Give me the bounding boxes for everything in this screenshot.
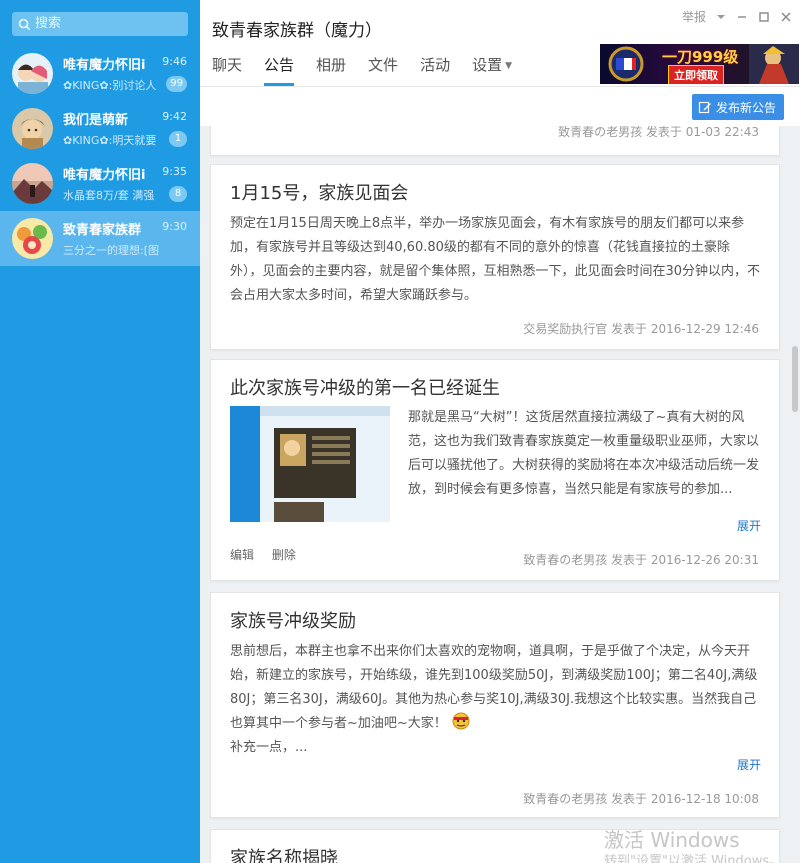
edit-icon <box>698 101 711 114</box>
post-title: 此次家族号冲级的第一名已经诞生 <box>230 378 500 399</box>
chat-preview: ✿KING✿:别讨论人 <box>63 79 157 92</box>
tab-chat[interactable]: 聊天 <box>212 54 242 86</box>
main-panel: 致青春家族群（魔力） 举报 聊天 公告 相册 文件 活动 设置 ▼ 一刀999级 … <box>200 0 800 863</box>
unread-badge: 8 <box>169 186 187 202</box>
post-meta: 交易奖励执行官 发表于 2016-12-29 12:46 <box>523 322 759 336</box>
post-body: 预定在1月15日周天晚上8点半，举办一场家族见面会，有木有家族号的朋友们都可以来… <box>230 216 761 303</box>
divider <box>200 86 800 87</box>
announcement-card[interactable]: 家族号冲级奖励 思前想后，本群主也拿不出来你们太喜欢的宠物啊，道具啊，于是乎做了… <box>210 592 780 818</box>
chat-time: 9:30 <box>162 220 187 233</box>
chat-list: 唯有魔力怀旧i 9:46 ✿KING✿:别讨论人 99 我们是萌新 9:42 ✿… <box>0 46 200 266</box>
dropdown-icon[interactable] <box>716 14 726 20</box>
chat-name: 我们是萌新 <box>63 113 129 128</box>
sidebar: 搜索 唯有魔力怀旧i 9:46 ✿KING✿:别讨论人 99 我们是萌新 9:4… <box>0 0 200 863</box>
search-input[interactable]: 搜索 <box>12 12 188 36</box>
search-icon <box>18 18 31 30</box>
expand-link[interactable]: 展开 <box>737 517 761 534</box>
chat-time: 9:35 <box>162 165 187 178</box>
post-body-text: 思前想后，本群主也拿不出来你们太喜欢的宠物啊，道具啊，于是乎做了个决定，从今天开… <box>230 644 758 731</box>
tab-bar: 聊天 公告 相册 文件 活动 设置 ▼ <box>212 54 534 86</box>
chat-preview: 三分之一的理想:[图片] <box>63 244 159 257</box>
post-body: 那就是黑马“大树”！这货居然直接拉满级了~真有大树的风范，这也为我们致青春家族奠… <box>408 410 760 497</box>
announcement-feed: 致青春の老男孩 发表于 01-03 22:43 1月15号，家族见面会 预定在1… <box>200 126 800 863</box>
tab-album[interactable]: 相册 <box>316 54 346 86</box>
maximize-icon[interactable] <box>758 11 770 23</box>
tab-announcements[interactable]: 公告 <box>264 54 295 86</box>
post-meta: 致青春の老男孩 发表于 2016-12-18 10:08 <box>523 792 759 806</box>
chat-preview: ✿KING✿:明天就要 <box>63 134 157 147</box>
tab-files[interactable]: 文件 <box>368 54 398 86</box>
minimize-icon[interactable] <box>736 11 748 23</box>
chat-time: 9:42 <box>162 110 187 123</box>
chat-time: 9:46 <box>162 55 187 68</box>
chat-item[interactable]: 唯有魔力怀旧i 9:46 ✿KING✿:别讨论人 99 <box>0 46 200 101</box>
announcement-card[interactable]: 1月15号，家族见面会 预定在1月15日周天晚上8点半，举办一场家族见面会，有木… <box>210 164 780 350</box>
chat-item[interactable]: 唯有魔力怀旧i 9:35 水晶套8万/套 满强 8 <box>0 156 200 211</box>
window-controls: 举报 <box>672 8 792 25</box>
group-title: 致青春家族群（魔力） <box>212 21 382 41</box>
scrollbar[interactable] <box>792 346 798 412</box>
tab-settings-label: 设置 <box>472 56 503 74</box>
publish-announcement-button[interactable]: 发布新公告 <box>691 94 784 120</box>
ad-claim-button[interactable]: 立即领取 <box>668 65 724 84</box>
ad-emblem-icon <box>608 46 644 82</box>
tab-activities[interactable]: 活动 <box>420 54 450 86</box>
unread-badge: 99 <box>166 76 187 92</box>
chat-item-active[interactable]: 致青春家族群 9:30 三分之一的理想:[图片] <box>0 211 200 266</box>
post-thumbnail[interactable] <box>230 406 390 522</box>
post-body-extra: 补充一点，... <box>230 740 308 755</box>
delete-link[interactable]: 删除 <box>272 548 296 562</box>
caret-down-icon: ▼ <box>505 60 513 71</box>
post-title: 家族名称揭晓 <box>230 848 338 863</box>
unread-badge: 1 <box>169 131 187 147</box>
avatar <box>12 108 53 149</box>
chat-name: 唯有魔力怀旧i <box>63 58 146 73</box>
report-link[interactable]: 举报 <box>682 8 706 25</box>
post-meta: 致青春の老男孩 发表于 2016-12-26 20:31 <box>523 553 759 567</box>
search-placeholder: 搜索 <box>35 16 62 31</box>
ad-character-icon <box>749 44 799 84</box>
announcement-card[interactable]: 此次家族号冲级的第一名已经诞生 那就是黑马“大树”！这货居然直接拉满级了~真有大… <box>210 359 780 581</box>
avatar <box>12 163 53 204</box>
activation-watermark-sub: 转到"设置"以激活 Windows。 <box>604 854 783 863</box>
post-title: 家族号冲级奖励 <box>230 611 356 632</box>
chat-name: 唯有魔力怀旧i <box>63 168 146 183</box>
chat-name: 致青春家族群 <box>63 223 142 238</box>
chat-preview: 水晶套8万/套 满强 <box>63 189 155 202</box>
activation-watermark: 激活 Windows <box>604 828 740 852</box>
tab-settings[interactable]: 设置 ▼ <box>472 54 512 86</box>
expand-link[interactable]: 展开 <box>737 756 761 773</box>
avatar <box>12 53 53 94</box>
close-icon[interactable] <box>780 11 792 23</box>
avatar <box>12 218 53 259</box>
ad-banner[interactable]: 一刀999级 立即领取 <box>600 44 799 84</box>
edit-link[interactable]: 编辑 <box>230 548 254 562</box>
post-meta: 致青春の老男孩 发表于 01-03 22:43 <box>558 126 759 139</box>
post-actions: 编辑 删除 <box>230 546 310 563</box>
chat-item[interactable]: 我们是萌新 9:42 ✿KING✿:明天就要 1 <box>0 101 200 156</box>
publish-label: 发布新公告 <box>715 100 776 115</box>
post-body: 思前想后，本群主也拿不出来你们太喜欢的宠物啊，道具啊，于是乎做了个决定，从今天开… <box>230 640 766 760</box>
post-title: 1月15号，家族见面会 <box>230 183 409 204</box>
emoji-icon <box>452 712 470 730</box>
announcement-card: 致青春の老男孩 发表于 01-03 22:43 <box>210 126 780 156</box>
ad-headline: 一刀999级 <box>662 48 739 66</box>
